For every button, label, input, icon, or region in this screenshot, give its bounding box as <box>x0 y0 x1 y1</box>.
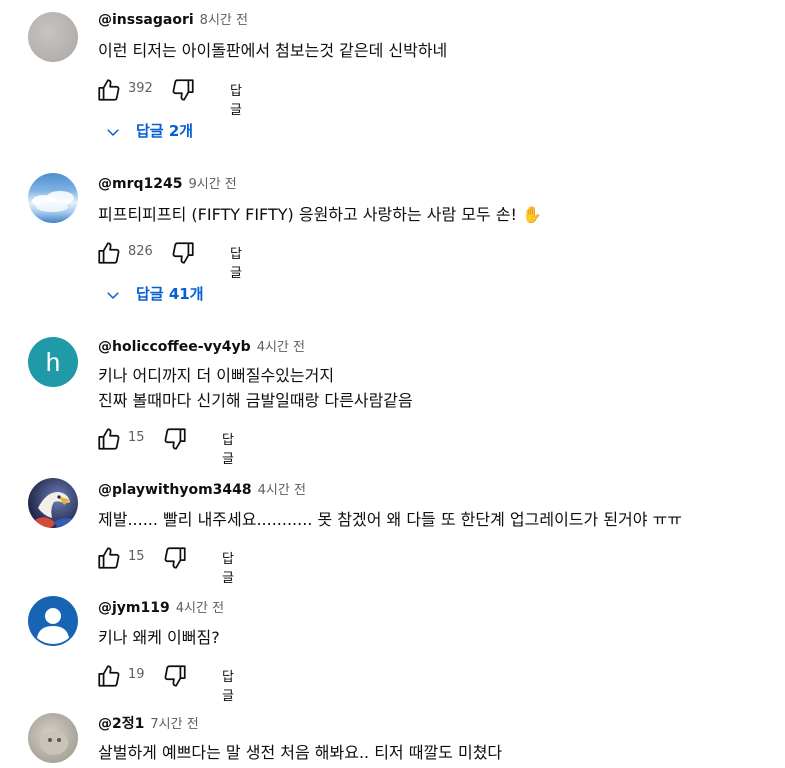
author-name[interactable]: @jym119 <box>98 600 170 616</box>
comment-time[interactable]: 8시간 전 <box>200 13 248 28</box>
chevron-down-icon <box>107 291 119 299</box>
comment-header: @mrq1245 9시간 전 <box>98 175 237 194</box>
reply-button[interactable]: 답글 <box>222 666 234 704</box>
thumbs-up-icon[interactable] <box>96 77 122 103</box>
comment-line: 제발...... 빨리 내주세요........... 못 참겠어 왜 다들 또… <box>98 510 683 529</box>
comment-text: 키나 어디까지 더 이뻐질수있는거지 진짜 볼때마다 신기해 금발일때랑 다른사… <box>98 363 413 413</box>
comment-text: 피프티피프티 (FIFTY FIFTY) 응원하고 사랑하는 사람 모두 손! … <box>98 202 542 227</box>
comment-header: @inssagaori 8시간 전 <box>98 11 248 30</box>
comment-header: @2정1 7시간 전 <box>98 715 199 734</box>
author-name[interactable]: @inssagaori <box>98 12 194 28</box>
comment-time[interactable]: 7시간 전 <box>150 717 198 732</box>
thumbs-down-icon[interactable] <box>162 545 188 571</box>
comment-line: 키나 어디까지 더 이뻐질수있는거지 <box>98 366 335 385</box>
reply-button[interactable]: 답글 <box>230 80 242 118</box>
thumbs-up-icon[interactable] <box>96 240 122 266</box>
like-count: 19 <box>128 667 145 682</box>
comment-time[interactable]: 4시간 전 <box>257 340 305 355</box>
avatar[interactable] <box>28 12 78 62</box>
chevron-down-icon <box>107 128 119 136</box>
comment-header: @jym119 4시간 전 <box>98 599 224 618</box>
thumbs-up-icon[interactable] <box>96 545 122 571</box>
comment-header: @playwithyom3448 4시간 전 <box>98 481 306 500</box>
view-replies-button[interactable]: 답글 41개 <box>104 283 204 304</box>
comment-text: 제발...... 빨리 내주세요........... 못 참겠어 왜 다들 또… <box>98 507 682 532</box>
comment-line: 피프티피프티 (FIFTY FIFTY) 응원하고 사랑하는 사람 모두 손! … <box>98 205 542 224</box>
author-name[interactable]: @2정1 <box>98 716 144 732</box>
view-replies-button[interactable]: 답글 2개 <box>104 120 193 141</box>
like-count: 826 <box>128 244 153 259</box>
avatar[interactable] <box>28 478 78 528</box>
eagle-image <box>32 492 76 528</box>
avatar[interactable]: h <box>28 337 78 387</box>
comment-line: 이런 티저는 아이돌판에서 첨보는것 같은데 신박하네 <box>98 41 448 60</box>
comment-line: 살벌하게 예쁘다는 말 생전 처음 해봐요.. 티저 때깔도 미쳤다 <box>98 743 503 762</box>
cloud-image <box>32 191 74 212</box>
thumbs-down-icon[interactable] <box>170 77 196 103</box>
comment-header: @holiccoffee-vy4yb 4시간 전 <box>98 338 305 357</box>
avatar[interactable] <box>28 173 78 223</box>
thumbs-down-icon[interactable] <box>162 426 188 452</box>
replies-label: 답글 41개 <box>136 285 204 303</box>
comment-line: 키나 왜케 이뻐짐? <box>98 628 220 647</box>
thumbs-down-icon[interactable] <box>170 240 196 266</box>
replies-label: 답글 2개 <box>136 122 194 140</box>
like-count: 392 <box>128 81 153 96</box>
reply-button[interactable]: 답글 <box>230 243 242 281</box>
avatar-letter: h <box>45 347 61 377</box>
comment-text: 키나 왜케 이뻐짐? <box>98 625 220 650</box>
like-count: 15 <box>128 430 145 445</box>
reply-button[interactable]: 답글 <box>222 429 234 467</box>
thumbs-up-icon[interactable] <box>96 426 122 452</box>
comment-time[interactable]: 4시간 전 <box>258 483 306 498</box>
thumbs-down-icon[interactable] <box>162 663 188 689</box>
author-name[interactable]: @playwithyom3448 <box>98 482 252 498</box>
thumbs-up-icon[interactable] <box>96 663 122 689</box>
comment-time[interactable]: 9시간 전 <box>188 177 236 192</box>
default-person-icon <box>37 608 69 644</box>
comment-text: 이런 티저는 아이돌판에서 첨보는것 같은데 신박하네 <box>98 38 447 63</box>
comment-line: 진짜 볼때마다 신기해 금발일때랑 다른사람같음 <box>98 391 413 410</box>
avatar[interactable] <box>28 596 78 646</box>
like-count: 15 <box>128 549 145 564</box>
reply-button[interactable]: 답글 <box>222 548 234 586</box>
author-name[interactable]: @mrq1245 <box>98 176 182 192</box>
photo-image <box>40 731 68 755</box>
avatar[interactable] <box>28 713 78 763</box>
comment-time[interactable]: 4시간 전 <box>176 601 224 616</box>
author-name[interactable]: @holiccoffee-vy4yb <box>98 339 251 355</box>
comment-text: 살벌하게 예쁘다는 말 생전 처음 해봐요.. 티저 때깔도 미쳤다 <box>98 740 502 765</box>
